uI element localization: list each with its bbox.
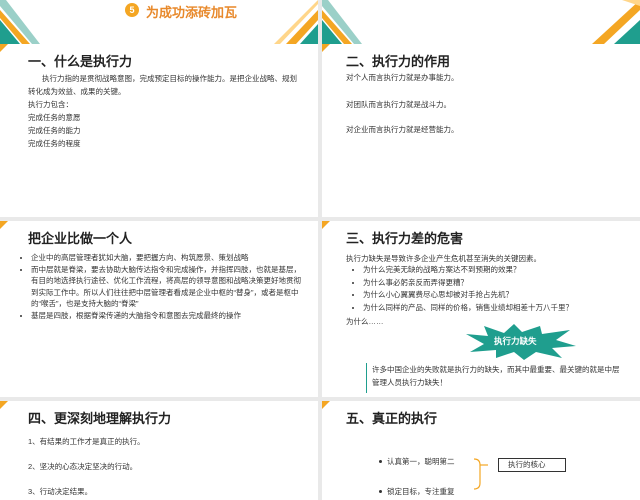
- bullet-item: 基层是四肢，根据脊梁传递的大脑指令和意图去完成最终的操作: [31, 310, 307, 322]
- corner-accent: [322, 221, 330, 229]
- slide-title: 二、执行力的作用: [346, 54, 451, 69]
- section-number-badge: 5: [125, 3, 139, 17]
- execution-row: 锁定目标，专注重复: [387, 487, 455, 496]
- question-item: 为什么同样的产品、同样的价格，销售业绩却相差十万八千里？: [363, 302, 633, 315]
- question-item: 为什么完美无缺的战略方案达不到预期的效果？: [363, 264, 633, 277]
- list-item: 完成任务的程度: [28, 139, 81, 148]
- harm-conclusion: 许多中国企业的失败就是执行力的缺失，而其中最重要、最关键的就是中层管理人员执行力…: [372, 365, 620, 387]
- why-ellipsis: 为什么……: [346, 317, 384, 326]
- core-box-label: 执行的核心: [508, 460, 546, 469]
- harm-intro: 执行力缺失是导致许多企业产生危机甚至消失的关键因素。: [346, 254, 541, 263]
- corner-accent: [322, 401, 330, 409]
- corner-accent: [0, 44, 8, 52]
- understanding-line: 3、行动决定结果。: [28, 487, 93, 496]
- banner-stripes-right: [322, 0, 640, 44]
- role-line: 对企业而言执行力就是经营能力。: [346, 125, 459, 134]
- bullet-item: 企业中的高层管理者犹如大脑，要把握方向、构筑愿景、策划战略: [31, 252, 307, 264]
- role-line: 对团队而言执行力就是战斗力。: [346, 100, 451, 109]
- slide-title: 把企业比做一个人: [28, 231, 133, 246]
- bullet-item: 而中层就是脊梁，要去协助大脑传达指令和完成操作，并指挥四肢，也就是基层，有目的地…: [31, 264, 307, 310]
- corner-accent: [322, 44, 330, 52]
- corner-accent: [0, 401, 8, 409]
- question-list: 为什么完美无缺的战略方案达不到预期的效果？ 为什么事必躬亲反而弄得更糟？ 为什么…: [354, 264, 633, 314]
- intro-paragraph: 执行力指的是贯彻战略意图，完成预定目标的操作能力。是把企业战略、规划转化成为效益…: [28, 74, 297, 96]
- list-item: 完成任务的意愿: [28, 113, 81, 122]
- question-item: 为什么小心翼翼费尽心思却被对手抢占先机？: [363, 289, 633, 302]
- starburst-label: 执行力缺失: [494, 336, 537, 346]
- slide-deeper-understanding[interactable]: 四、更深刻地理解执行力 1、有结果的工作才是真正的执行。 2、坚决的心态决定坚决…: [0, 401, 318, 500]
- slide-title: 四、更深刻地理解执行力: [28, 411, 172, 426]
- slide-title: 一、什么是执行力: [28, 54, 133, 69]
- bracket-connector: [473, 458, 488, 490]
- role-line: 对个人而言执行力就是办事能力。: [346, 73, 459, 82]
- slide-banner-left[interactable]: 5 为成功添砖加瓦: [0, 0, 318, 44]
- understanding-line: 1、有结果的工作才是真正的执行。: [28, 437, 145, 446]
- slide-body: 执行力指的是贯彻战略意图，完成预定目标的操作能力。是把企业战略、规划转化成为效益…: [28, 72, 298, 150]
- understanding-line: 2、坚决的心态决定坚决的行动。: [28, 462, 138, 471]
- conclusion-line: [366, 363, 367, 393]
- slide-what-is-execution[interactable]: 一、什么是执行力 执行力指的是贯彻战略意图，完成预定目标的操作能力。是把企业战略…: [0, 44, 318, 217]
- slide-true-execution[interactable]: 五、真正的执行 认真第一，聪明第二 执行的核心 锁定目标，专注重复: [322, 401, 640, 500]
- list-item: 完成任务的能力: [28, 126, 81, 135]
- include-label: 执行力包含：: [28, 100, 73, 109]
- execution-row: 认真第一，聪明第二: [387, 457, 455, 466]
- banner-title: 为成功添砖加瓦: [146, 5, 238, 20]
- corner-accent: [0, 221, 8, 229]
- slide-enterprise-as-person[interactable]: 把企业比做一个人 企业中的高层管理者犹如大脑，要把握方向、构筑愿景、策划战略 而…: [0, 221, 318, 397]
- slide-title: 三、执行力差的危害: [346, 231, 464, 246]
- question-item: 为什么事必躬亲反而弄得更糟？: [363, 277, 633, 290]
- slide-execution-role[interactable]: 二、执行力的作用 对个人而言执行力就是办事能力。 对团队而言执行力就是战斗力。 …: [322, 44, 640, 217]
- slide-banner-right[interactable]: [322, 0, 640, 44]
- slide-poor-execution-harm[interactable]: 三、执行力差的危害 执行力缺失是导致许多企业产生危机甚至消失的关键因素。 为什么…: [322, 221, 640, 397]
- slide-title: 五、真正的执行: [346, 411, 438, 426]
- bullet-dot: [379, 460, 382, 463]
- bullet-list: 企业中的高层管理者犹如大脑，要把握方向、构筑愿景、策划战略 而中层就是脊梁，要去…: [22, 252, 307, 321]
- bullet-dot: [379, 490, 382, 493]
